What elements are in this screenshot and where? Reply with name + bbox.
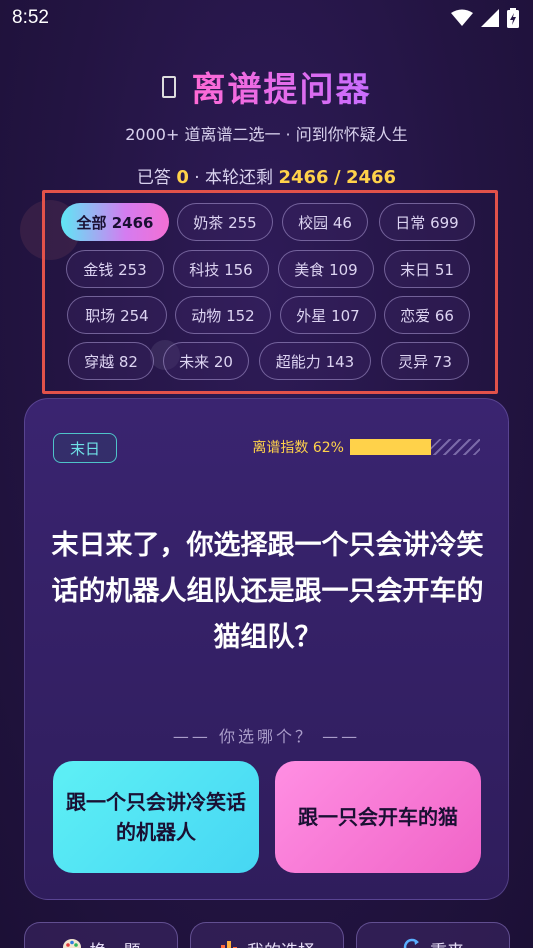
app-title: 离谱提问器 [192,62,372,111]
option-a-button[interactable]: 跟一个只会讲冷笑话的机器人 [53,761,259,873]
category-chip-supernatural[interactable]: 灵异 73 [381,342,469,380]
my-choices-button[interactable]: 我的选择 [190,922,344,948]
category-filter-panel: 全部 2466 奶茶 255 校园 46 日常 699 金钱 253 科技 15… [42,190,498,394]
missing-glyph-icon [161,75,176,98]
restart-button[interactable]: 重来 [356,922,510,948]
signal-icon [481,9,499,27]
category-chip-daily[interactable]: 日常 699 [379,203,475,241]
progress-stats: 已答 0 · 本轮还剩 2466 / 2466 [0,163,533,188]
category-chip-future[interactable]: 未来 20 [163,342,249,380]
absurdity-meter: 离谱指数 62% [252,437,480,457]
category-chip-superpower[interactable]: 超能力 143 [259,342,371,380]
choice-prompt: —— 你选哪个？ —— [172,727,361,746]
title-row: 离谱提问器 [0,62,533,111]
skip-question-label: 换一题 [90,937,141,948]
status-bar: 8:52 [0,0,533,36]
question-card: 末日 离谱指数 62% 末日来了，你选择跟一个只会讲冷笑话的机器人组队还是跟一只… [24,398,509,900]
question-text: 末日来了，你选择跟一个只会讲冷笑话的机器人组队还是跟一只会开车的猫组队？ [51,530,484,653]
category-chip-time-travel[interactable]: 穿越 82 [68,342,154,380]
category-chip-alien[interactable]: 外星 107 [280,296,376,334]
category-tag: 末日 [53,433,117,463]
remaining-count: 2466 [278,167,329,188]
category-chip-campus[interactable]: 校园 46 [282,203,368,241]
restart-label: 重来 [430,937,464,948]
absurdity-bar-fill [350,439,431,455]
absurdity-label: 离谱指数 62% [252,440,344,456]
stats-slash: / [333,167,341,188]
category-chip-all[interactable]: 全部 2466 [61,203,169,241]
stats-mid: · 本轮还剩 [194,168,274,188]
option-b-button[interactable]: 跟一只会开车的猫 [275,761,481,873]
category-chip-food[interactable]: 美食 109 [278,250,374,288]
bar-chart-icon [221,941,237,948]
category-chip-workplace[interactable]: 职场 254 [67,296,167,334]
palette-icon [62,939,81,948]
my-choices-label: 我的选择 [247,937,315,948]
category-chip-money[interactable]: 金钱 253 [66,250,164,288]
total-count: 2466 [345,167,397,188]
app-screen: 8:52 离谱提问器 2000+ 道离谱二选一 · 问到你怀疑人生 已答 0 ·… [0,0,533,948]
status-time: 8:52 [12,7,49,28]
category-chip-animals[interactable]: 动物 152 [175,296,271,334]
absurdity-bar [350,439,480,455]
category-chip-romance[interactable]: 恋爱 66 [384,296,470,334]
app-subtitle: 2000+ 道离谱二选一 · 问到你怀疑人生 [125,125,408,144]
status-icons [451,8,519,28]
skip-question-button[interactable]: 换一题 [24,922,178,948]
category-chip-tech[interactable]: 科技 156 [173,250,269,288]
restart-icon [403,938,419,948]
header: 离谱提问器 2000+ 道离谱二选一 · 问到你怀疑人生 已答 0 · 本轮还剩… [0,62,533,188]
wifi-icon [451,9,473,26]
answered-count: 0 [176,167,189,188]
category-chip-milktea[interactable]: 奶茶 255 [177,203,273,241]
battery-charging-icon [507,8,519,28]
stats-prefix: 已答 [136,168,171,188]
category-chip-doomsday[interactable]: 末日 51 [384,250,470,288]
